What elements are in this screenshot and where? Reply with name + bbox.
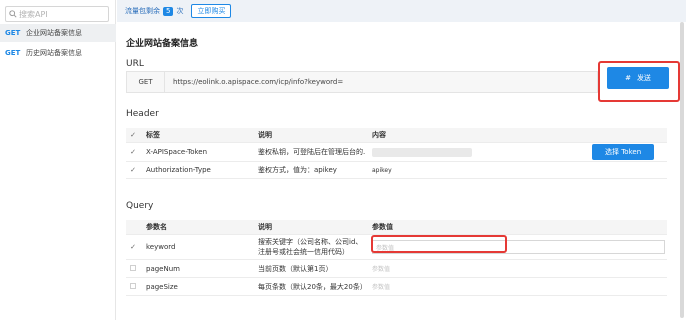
highlight-box-send <box>598 61 680 102</box>
header-desc: 鉴权方式，值为：apikey <box>258 166 337 174</box>
highlight-box-keyword <box>371 235 507 253</box>
pagesize-value-input[interactable]: 参数值 <box>366 282 666 291</box>
header-name: Authorization-Type <box>146 166 211 174</box>
param-desc: 当前页数（默认第1页） <box>258 264 333 273</box>
param-name: pageNum <box>146 264 180 273</box>
search-icon <box>9 10 17 18</box>
table-row: ✓ X-APISpace-Token 鉴权私钥，可登陆后在管理后台的... 选择… <box>126 143 667 162</box>
main-panel: 企业网站备案信息 URL GET https://eolink.o.apispa… <box>117 22 686 320</box>
table-row: pageSize 每页条数（默认20条，最大20条） 参数值 <box>126 278 667 296</box>
header-value-cell: 选择 Token <box>366 144 666 160</box>
col-header-param: 参数名 <box>146 223 167 231</box>
method-label: GET <box>5 49 21 57</box>
scrollbar[interactable] <box>680 22 684 318</box>
query-table: 参数名 说明 参数值 ✓ keyword 搜索关键字（公司名称、公司id、注册号… <box>126 220 667 296</box>
sidebar-item-label: 企业网站备案信息 <box>26 29 82 37</box>
header-section-title: Header <box>126 109 159 119</box>
col-header-value: 内容 <box>372 131 386 139</box>
app-root: GET 企业网站备案信息 GET 历史网站备案信息 流量包剩余 5 次 立即购买… <box>0 0 686 320</box>
header-table: ✓ 标签 说明 内容 ✓ X-APISpace-Token 鉴权私钥，可登陆后在… <box>126 128 667 179</box>
param-desc: 搜索关键字（公司名称、公司id、注册号或社会统一信用代码） <box>258 238 363 256</box>
row-check-box[interactable] <box>126 264 140 273</box>
param-name: keyword <box>146 243 176 251</box>
param-name: pageSize <box>146 282 178 291</box>
sidebar-item-enterprise-icp[interactable]: GET 企业网站备案信息 <box>0 24 116 42</box>
sidebar-item-label: 历史网站备案信息 <box>26 49 82 57</box>
check-all-icon[interactable]: ✓ <box>126 131 140 139</box>
header-desc: 鉴权私钥，可登陆后在管理后台的... <box>258 148 366 156</box>
header-value[interactable]: apikey <box>366 167 666 174</box>
buy-now-button[interactable]: 立即购买 <box>191 4 232 18</box>
quota-bar: 流量包剩余 5 次 立即购买 <box>117 0 686 22</box>
pagenum-value-input[interactable]: 参数值 <box>366 264 666 273</box>
quota-suffix: 次 <box>176 7 184 15</box>
request-url-field[interactable]: https://eolink.o.apispace.com/icp/info?k… <box>165 78 343 86</box>
col-header-label: 标签 <box>146 131 160 139</box>
header-name: X-APISpace-Token <box>146 148 208 156</box>
table-row: ✓ Authorization-Type 鉴权方式，值为：apikey apik… <box>126 162 667 179</box>
row-check-icon[interactable]: ✓ <box>126 243 140 251</box>
header-table-head: ✓ 标签 说明 内容 <box>126 128 667 143</box>
col-header-desc: 说明 <box>258 131 272 139</box>
http-method[interactable]: GET <box>127 72 165 92</box>
url-section-title: URL <box>126 59 144 69</box>
row-check-icon[interactable]: ✓ <box>126 166 140 174</box>
token-value-field[interactable] <box>372 147 472 157</box>
table-row: pageNum 当前页数（默认第1页） 参数值 <box>126 260 667 278</box>
quota-count-badge: 5 <box>163 6 174 16</box>
page-title: 企业网站备案信息 <box>126 39 199 49</box>
quota-prefix: 流量包剩余 <box>125 7 160 15</box>
query-table-head: 参数名 说明 参数值 <box>126 220 667 235</box>
method-label: GET <box>5 29 21 37</box>
sidebar-item-history-icp[interactable]: GET 历史网站备案信息 <box>0 44 116 62</box>
search-input[interactable] <box>19 9 107 19</box>
query-section-title: Query <box>126 201 154 211</box>
col-header-desc: 说明 <box>258 223 272 231</box>
row-check-icon[interactable]: ✓ <box>126 148 140 156</box>
sidebar: GET 企业网站备案信息 GET 历史网站备案信息 <box>0 0 116 320</box>
col-header-param-value: 参数值 <box>372 223 393 231</box>
param-desc: 每页条数（默认20条，最大20条） <box>258 282 366 291</box>
search-box[interactable] <box>5 6 109 22</box>
url-row: GET https://eolink.o.apispace.com/icp/in… <box>126 71 598 93</box>
row-check-box[interactable] <box>126 282 140 291</box>
select-token-button[interactable]: 选择 Token <box>592 144 655 160</box>
